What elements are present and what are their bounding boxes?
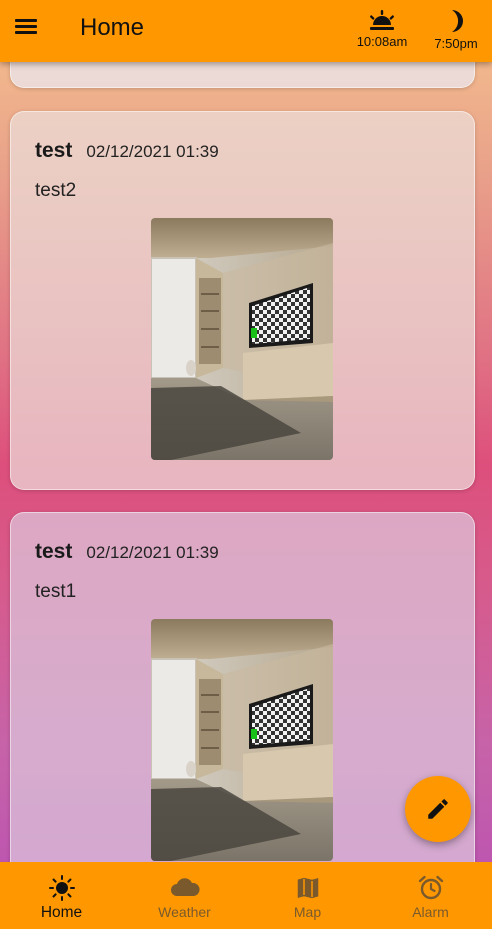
post-photo[interactable] [151, 218, 333, 460]
post-photo[interactable] [151, 619, 333, 861]
nav-label-weather: Weather [158, 904, 211, 920]
page-title: Home [80, 14, 145, 41]
post-text: test2 [35, 180, 77, 201]
nav-item-alarm[interactable]: Alarm [369, 862, 492, 929]
sunset-info: 7:50pm [430, 8, 482, 51]
hamburger-icon-line [15, 19, 37, 22]
post-date: 02/12/2021 01:39 [86, 142, 219, 161]
sunrise-info: 10:08am [354, 8, 410, 49]
post-header: test 02/12/2021 01:39 [35, 540, 219, 564]
sunset-time: 7:50pm [434, 36, 478, 51]
alarm-clock-icon [418, 875, 443, 900]
nav-label-alarm: Alarm [412, 904, 449, 920]
sunrise-icon [369, 10, 395, 30]
pencil-icon [428, 799, 448, 819]
nav-item-map[interactable]: Map [246, 862, 369, 929]
hamburger-icon-line [15, 25, 37, 28]
nav-label-map: Map [293, 904, 322, 920]
nav-item-home[interactable]: Home [0, 862, 123, 929]
sun-icon [48, 875, 75, 901]
hamburger-icon-line [15, 31, 37, 34]
post-date: 02/12/2021 01:39 [86, 543, 219, 562]
post-author: test [35, 540, 73, 563]
cloud-icon [170, 878, 200, 896]
moon-icon [452, 10, 463, 32]
bottom-navigation: Home Weather Map Alarm [0, 862, 492, 929]
nav-label-home: Home [40, 904, 83, 921]
compose-fab-button[interactable] [405, 776, 471, 842]
post-header: test 02/12/2021 01:39 [35, 139, 219, 163]
map-icon [295, 876, 320, 900]
post-card[interactable]: test 02/12/2021 01:39 test1 [10, 512, 475, 892]
post-author: test [35, 139, 73, 162]
app-bar: Home 10:08am 7:50pm [0, 0, 492, 62]
sunrise-time: 10:08am [356, 34, 408, 49]
post-card[interactable]: test 02/12/2021 01:39 test2 [10, 111, 475, 490]
nav-item-weather[interactable]: Weather [123, 862, 246, 929]
menu-button[interactable] [12, 16, 42, 44]
post-text: test1 [35, 581, 77, 602]
